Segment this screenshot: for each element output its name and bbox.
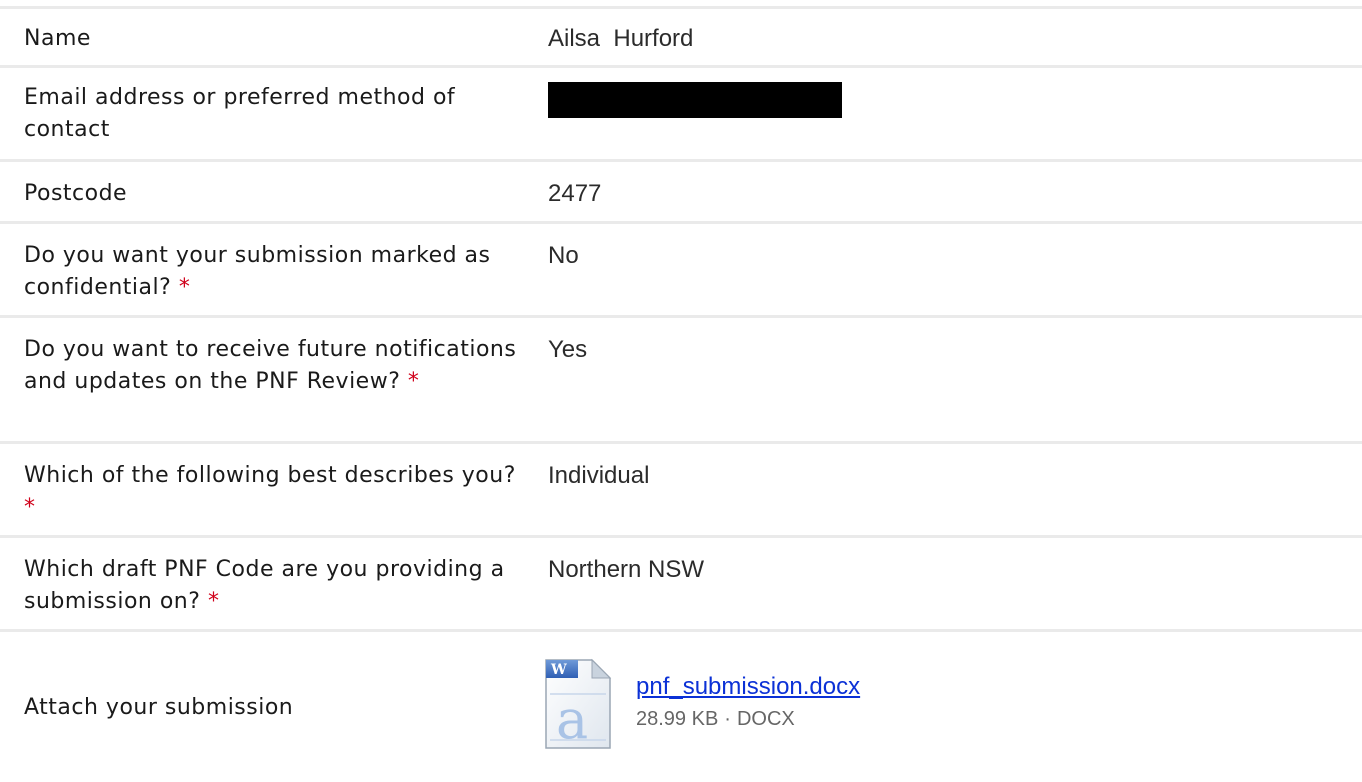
field-label: Attach your submission [24, 695, 294, 720]
row-email: Email address or preferred method of con… [0, 68, 1362, 162]
row-pnf-code: Which draft PNF Code are you providing a… [0, 538, 1362, 632]
attachment-file-link[interactable]: pnf_submission.docx [636, 672, 860, 702]
field-value: Northern NSW [548, 556, 705, 583]
field-label: Name [24, 26, 91, 51]
field-label: Do you want your submission marked as co… [24, 243, 491, 300]
row-name: Name Ailsa Hurford [0, 9, 1362, 68]
attachment-info: pnf_submission.docx 28.99 KB · DOCX [636, 654, 860, 734]
field-value: No [548, 242, 579, 269]
field-label: Postcode [24, 181, 128, 206]
redaction-bar [548, 82, 842, 118]
field-label: Do you want to receive future notificati… [24, 337, 517, 394]
required-marker: * [178, 275, 191, 300]
field-value: W a pnf_submission.docx 28.99 KB · DOCX [524, 632, 1362, 782]
svg-text:a: a [556, 688, 588, 751]
row-attachment: Attach your submission W a pnf_submissio… [0, 632, 1362, 782]
word-document-icon[interactable]: W a [542, 654, 614, 752]
field-value: Ailsa Hurford [548, 25, 694, 52]
file-size: 28.99 KB [636, 708, 719, 730]
required-marker: * [24, 495, 36, 520]
field-value [524, 82, 1362, 159]
svg-text:W: W [550, 662, 567, 678]
row-confidential: Do you want your submission marked as co… [0, 224, 1362, 318]
field-value: 2477 [548, 180, 602, 207]
file-type: DOCX [736, 708, 795, 730]
field-label: Which draft PNF Code are you providing a… [24, 557, 505, 614]
row-notifications: Do you want to receive future notificati… [0, 318, 1362, 444]
field-label: Which of the following best describes yo… [24, 463, 516, 520]
submission-summary-table: Name Ailsa Hurford Email address or pref… [0, 6, 1362, 782]
row-describes-you: Which of the following best describes yo… [0, 444, 1362, 538]
required-marker: * [407, 369, 420, 394]
meta-separator: · [724, 708, 731, 730]
row-postcode: Postcode 2477 [0, 162, 1362, 224]
field-label: Email address or preferred method of con… [24, 85, 456, 142]
field-value: Yes [548, 336, 588, 363]
attachment-meta: 28.99 KB · DOCX [636, 704, 860, 734]
field-value: Individual [548, 462, 650, 489]
attachment-item: W a pnf_submission.docx 28.99 KB · DOCX [542, 632, 1362, 752]
required-marker: * [207, 589, 220, 614]
